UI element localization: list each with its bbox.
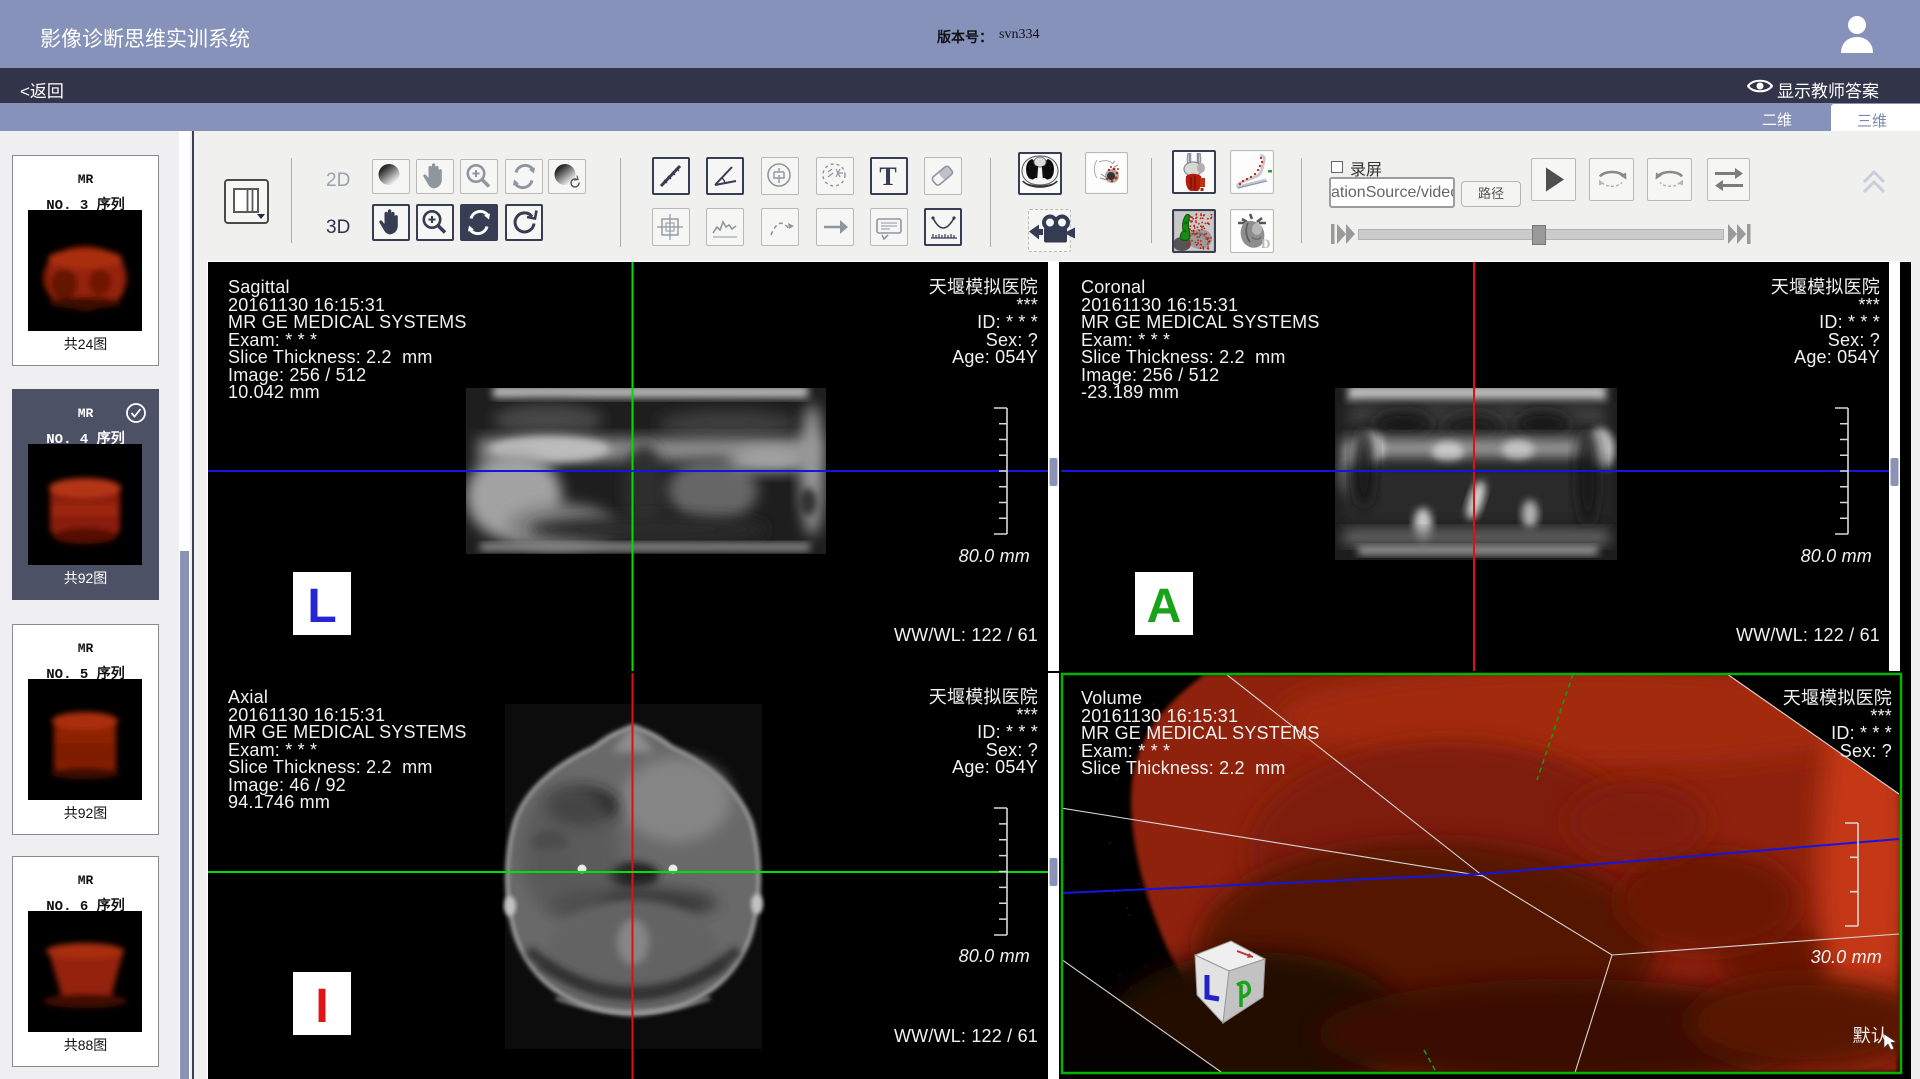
svg-text:D: D [1261,236,1270,251]
svg-text:I: I [315,980,328,1033]
svg-text:A: A [1147,580,1182,633]
svg-text:L: L [307,580,336,633]
svg-text:T: T [879,162,896,191]
